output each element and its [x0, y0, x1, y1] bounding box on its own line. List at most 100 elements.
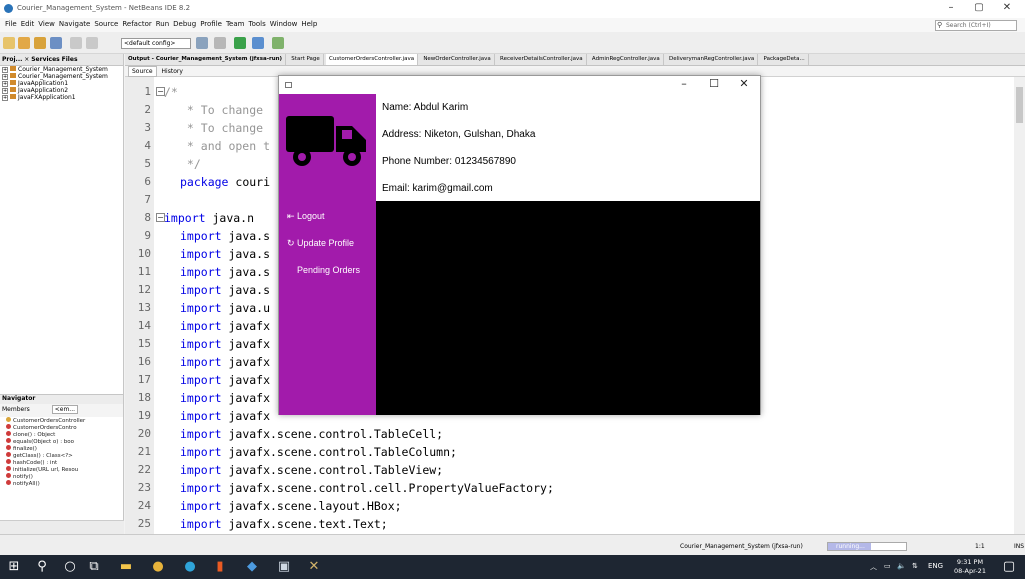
netbeans-taskbar-icon[interactable]: ◆: [244, 559, 260, 575]
customer-address: Address: Niketon, Gulshan, Dhaka: [382, 129, 536, 140]
tree-item[interactable]: + JavaApplication2: [0, 87, 123, 94]
code-line: */: [180, 157, 201, 171]
scroll-thumb[interactable]: [1016, 87, 1023, 123]
open-project-icon[interactable]: [34, 37, 46, 49]
menu-team[interactable]: Team: [224, 18, 247, 32]
cortana-icon[interactable]: ○: [62, 559, 78, 575]
code-line: import javafx.scene.control.TableCell;: [180, 427, 444, 441]
tree-item[interactable]: + JavaApplication1: [0, 80, 123, 87]
search-icon[interactable]: ⚲: [34, 559, 50, 575]
tab-deliveryman-reg-controller[interactable]: DeliverymanRegController.java: [666, 54, 759, 65]
menu-refactor[interactable]: Refactor: [120, 18, 153, 32]
tab-start-page[interactable]: Start Page: [288, 54, 324, 65]
tab-package-details[interactable]: PackageDeta...: [761, 54, 809, 65]
menu-file[interactable]: File: [3, 18, 19, 32]
run-icon[interactable]: [234, 37, 246, 49]
nav-item[interactable]: equals(Object o) : boo: [0, 438, 123, 445]
config-select[interactable]: <default config>: [121, 38, 191, 49]
scene-builder-icon[interactable]: ✕: [306, 559, 322, 575]
tree-item[interactable]: + JavaFXApplication1: [0, 94, 123, 101]
windows-start-icon[interactable]: ⊞: [6, 559, 22, 575]
vertical-scrollbar[interactable]: [1014, 77, 1025, 534]
battery-icon[interactable]: ▭: [884, 562, 891, 570]
nav-item[interactable]: clone() : Object: [0, 431, 123, 438]
volume-icon[interactable]: 🔈: [897, 562, 906, 570]
menu-edit[interactable]: Edit: [19, 18, 37, 32]
new-file-icon[interactable]: [3, 37, 15, 49]
line-number: 18: [137, 391, 151, 404]
search-input[interactable]: ⚲ Search (Ctrl+I): [935, 20, 1017, 31]
network-icon[interactable]: ⇅: [912, 562, 918, 570]
profile-icon[interactable]: [272, 37, 284, 49]
tab-files[interactable]: Files: [62, 56, 78, 63]
menu-tools[interactable]: Tools: [246, 18, 267, 32]
tab-new-order-controller[interactable]: NewOrderController.java: [420, 54, 495, 65]
pending-orders-button[interactable]: Pending Orders: [297, 265, 360, 275]
app-minimize-icon[interactable]: –: [671, 77, 697, 90]
java-app-icon[interactable]: ▣: [276, 559, 292, 575]
code-line: import java.s: [180, 265, 271, 279]
build-icon[interactable]: [196, 37, 208, 49]
save-all-icon[interactable]: [50, 37, 62, 49]
tray-chevron-icon[interactable]: ︿: [870, 562, 877, 572]
chrome-icon[interactable]: ●: [150, 559, 166, 575]
app-maximize-icon[interactable]: ☐: [701, 77, 727, 90]
maximize-icon[interactable]: ▢: [966, 2, 992, 13]
tree-item[interactable]: + Courier_Management_System: [0, 73, 123, 80]
nav-item[interactable]: initialize(URL url, Resou: [0, 466, 123, 473]
debug-icon[interactable]: [252, 37, 264, 49]
menu-view[interactable]: View: [36, 18, 57, 32]
nav-item[interactable]: hashCode() : int: [0, 459, 123, 466]
nav-item[interactable]: CustomerOrdersController: [0, 417, 123, 424]
logout-button[interactable]: ⇤ Logout: [287, 211, 325, 222]
nav-item[interactable]: finalize(): [0, 445, 123, 452]
source-tab[interactable]: Source: [128, 66, 157, 77]
nav-item[interactable]: getClass() : Class<?>: [0, 452, 123, 459]
nav-item[interactable]: notify(): [0, 473, 123, 480]
projects-panel: Proj... × Services Files + Courier_Manage…: [0, 54, 124, 394]
edge-icon[interactable]: ●: [182, 559, 198, 575]
office-icon[interactable]: ▮: [212, 559, 228, 575]
code-line: * To change: [180, 121, 264, 135]
tab-receiver-details-controller[interactable]: ReceiverDetailsController.java: [497, 54, 587, 65]
tab-projects[interactable]: Proj...: [2, 56, 22, 63]
profile-info-panel: Name: Abdul Karim Address: Niketon, Guls…: [376, 94, 760, 201]
menu-window[interactable]: Window: [268, 18, 300, 32]
menu-debug[interactable]: Debug: [171, 18, 198, 32]
tab-output[interactable]: Output - Courier_Management_System (jfxs…: [125, 54, 287, 65]
nav-item[interactable]: notifyAll(): [0, 480, 123, 487]
line-number: 5: [144, 157, 151, 170]
line-number: 22: [137, 463, 151, 476]
task-view-icon[interactable]: ⧉: [86, 559, 102, 575]
close-icon[interactable]: ✕: [994, 2, 1020, 13]
language-indicator[interactable]: ENG: [928, 562, 943, 570]
menu-run[interactable]: Run: [154, 18, 171, 32]
projects-tabs: Proj... × Services Files: [0, 54, 123, 66]
redo-icon[interactable]: [86, 37, 98, 49]
undo-icon[interactable]: [70, 37, 82, 49]
fold-icon[interactable]: −: [156, 213, 165, 222]
history-tab[interactable]: History: [159, 67, 186, 76]
menu-navigate[interactable]: Navigate: [57, 18, 92, 32]
fold-icon[interactable]: −: [156, 87, 165, 96]
tab-admin-reg-controller[interactable]: AdminRegController.java: [589, 54, 664, 65]
notifications-icon[interactable]: ▢: [1001, 559, 1017, 575]
tab-services[interactable]: Services: [31, 56, 60, 63]
line-number: 11: [137, 265, 151, 278]
app-close-icon[interactable]: ✕: [731, 77, 757, 90]
new-project-icon[interactable]: [18, 37, 30, 49]
update-profile-button[interactable]: ↻ Update Profile: [287, 238, 354, 249]
menu-source[interactable]: Source: [92, 18, 120, 32]
members-filter-select[interactable]: <em...: [51, 405, 79, 414]
line-number: 1: [144, 85, 151, 98]
menu-help[interactable]: Help: [299, 18, 319, 32]
nav-item[interactable]: CustomerOrdersContro: [0, 424, 123, 431]
file-explorer-icon[interactable]: ▬: [118, 559, 134, 575]
clean-build-icon[interactable]: [214, 37, 226, 49]
tree-item[interactable]: + Courier_Management_System: [0, 66, 123, 73]
tab-customer-orders-controller[interactable]: CustomerOrdersController.java: [326, 54, 419, 65]
minimize-icon[interactable]: –: [938, 2, 964, 13]
line-number-gutter: 1 2 3 4 5 6 7 8 9 10 11 12 13 14 15 16 17 18 19 20 21 22 23 24 2…: [125, 77, 154, 534]
menu-profile[interactable]: Profile: [198, 18, 224, 32]
clock[interactable]: 9:31 PM 08-Apr-21: [950, 558, 990, 576]
